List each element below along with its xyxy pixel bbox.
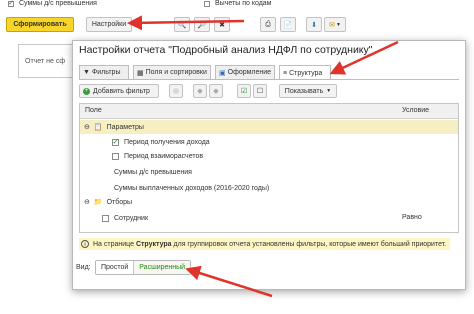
background-checkbox-row: ✓ Суммы д/с превышения	[8, 0, 97, 7]
info-structure-link[interactable]: Структура	[136, 241, 172, 248]
sum-excess-checkbox[interactable]: ✓	[8, 0, 14, 7]
preview-icon: 📄	[283, 21, 293, 29]
tab-fields-sorting[interactable]: ▦ Поля и сортировки	[133, 65, 211, 79]
add-filter-label: Добавить фильтр	[93, 87, 150, 95]
collapse-icon[interactable]: ⊖	[84, 123, 90, 131]
tab-filters-label: Фильтры	[91, 69, 121, 76]
show-dropdown-button[interactable]: Показывать ▼	[279, 84, 337, 98]
sum-paid-label: Суммы выплаченных доходов (2016-2020 год…	[114, 184, 270, 192]
tab-filters[interactable]: ▼ Фильтры	[79, 65, 129, 79]
background-checkbox-row-2: Вычеты по кодам	[204, 0, 272, 7]
move-icon-2: ◆	[213, 88, 219, 95]
delete-icon	[173, 88, 179, 94]
view-switch: Простой Расширенный	[95, 260, 192, 275]
search-plus-icon: 🔎	[197, 21, 207, 29]
filters-table: Поле Условие ⊖ 📋 Параметры ✓ Период полу…	[79, 103, 459, 233]
envelope-icon: ✉	[329, 21, 335, 29]
generate-button[interactable]: Сформировать	[6, 17, 74, 32]
print-button[interactable]: ⎙	[260, 17, 276, 32]
add-icon: +	[83, 87, 90, 95]
tab-fields-label: Поля и сортировки	[145, 69, 207, 76]
column-field-header: Поле	[85, 107, 102, 114]
palette-icon: ▣	[219, 69, 226, 77]
selections-folder-icon: 📁	[93, 199, 103, 206]
tab-structure[interactable]: ≡ Структура	[279, 65, 331, 80]
column-condition-header: Условие	[402, 107, 430, 114]
tree-row-selections[interactable]: ⊖ 📁 Отборы	[80, 195, 458, 209]
view-simple-button[interactable]: Простой	[96, 261, 135, 274]
period-income-checkbox[interactable]: ✓	[112, 138, 119, 146]
view-label: Вид:	[76, 264, 91, 271]
employee-condition[interactable]: Равно	[402, 214, 422, 221]
period-settlement-label: Период взаиморасчетов	[124, 152, 204, 160]
tab-structure-label: Структура	[289, 69, 323, 77]
info-banner: i На странице Структура для группировок …	[79, 238, 451, 250]
deduction-partial-label: Вычеты по кодам	[215, 0, 272, 7]
chevron-down-icon: ▼	[335, 21, 341, 28]
search-clear-icon: ✖	[219, 21, 225, 29]
view-extended-button[interactable]: Расширенный	[134, 261, 191, 274]
table-header: Поле Условие	[80, 104, 458, 119]
tree-row-employee[interactable]: Сотрудник Равно	[80, 211, 458, 225]
move-down-button[interactable]: ◆	[209, 84, 223, 98]
uncheck-all-button[interactable]: ☐	[253, 84, 267, 98]
show-label: Показывать	[284, 87, 324, 95]
find-next-button[interactable]: 🔎	[194, 17, 210, 32]
folder-icon: 📋	[93, 124, 103, 131]
dialog-title: Настройки отчета "Подробный анализ НДФЛ …	[79, 44, 373, 56]
tree-row-sum-excess[interactable]: Суммы д/с превышения	[90, 165, 460, 179]
find-clear-button[interactable]: ✖	[214, 17, 230, 32]
info-icon: i	[81, 240, 89, 248]
search-icon: 🔍	[177, 21, 187, 29]
check-all-icon: ☑	[240, 88, 248, 95]
report-area: Отчет не сф	[18, 44, 78, 78]
filter-icon: ▼	[83, 69, 90, 76]
uncheck-all-icon: ☐	[256, 88, 264, 95]
download-icon: ⬇	[311, 21, 317, 29]
tab-design[interactable]: ▣ Оформление	[215, 65, 275, 79]
deduction-checkbox[interactable]	[204, 0, 210, 7]
info-prefix: На странице	[93, 240, 136, 248]
employee-checkbox[interactable]	[102, 214, 109, 222]
sum-excess-partial-label: Суммы д/с превышения	[19, 0, 97, 7]
sum-excess-label: Суммы д/с превышения	[114, 168, 192, 176]
move-icon: ◆	[197, 88, 203, 95]
find-button[interactable]: 🔍	[174, 17, 190, 32]
period-income-label: Период получения дохода	[124, 138, 210, 146]
selections-label: Отборы	[106, 198, 133, 206]
report-not-generated-text: Отчет не сф	[25, 57, 66, 65]
send-button[interactable]: ✉ ▼	[324, 17, 346, 32]
collapse-icon[interactable]: ⊖	[84, 198, 90, 206]
settings-button[interactable]: Настройки	[86, 17, 132, 32]
report-settings-dialog: Настройки отчета "Подробный анализ НДФЛ …	[72, 40, 466, 290]
chevron-down-icon: ▼	[326, 88, 332, 94]
tree-row-period-income[interactable]: ✓ Период получения дохода	[90, 135, 460, 149]
table-icon: ▦	[137, 69, 144, 77]
delete-button[interactable]	[169, 84, 183, 98]
preview-button[interactable]: 📄	[280, 17, 296, 32]
add-filter-button[interactable]: + Добавить фильтр	[79, 84, 159, 98]
params-label: Параметры	[106, 123, 144, 131]
tree-row-sum-paid[interactable]: Суммы выплаченных доходов (2016-2020 год…	[90, 181, 460, 195]
check-all-button[interactable]: ☑	[237, 84, 251, 98]
save-button[interactable]: ⬇	[306, 17, 322, 32]
employee-label: Сотрудник	[114, 214, 149, 222]
info-suffix: для группировок отчета установлены фильт…	[171, 240, 447, 248]
period-settlement-checkbox[interactable]	[112, 152, 119, 160]
tree-row-params[interactable]: ⊖ 📋 Параметры	[80, 120, 458, 134]
tabs-divider	[79, 79, 459, 80]
move-up-button[interactable]: ◆	[193, 84, 207, 98]
structure-icon: ≡	[283, 69, 288, 77]
tree-row-period-settlement[interactable]: Период взаиморасчетов	[90, 149, 460, 163]
printer-icon: ⎙	[265, 20, 271, 28]
tab-design-label: Оформление	[227, 69, 272, 76]
